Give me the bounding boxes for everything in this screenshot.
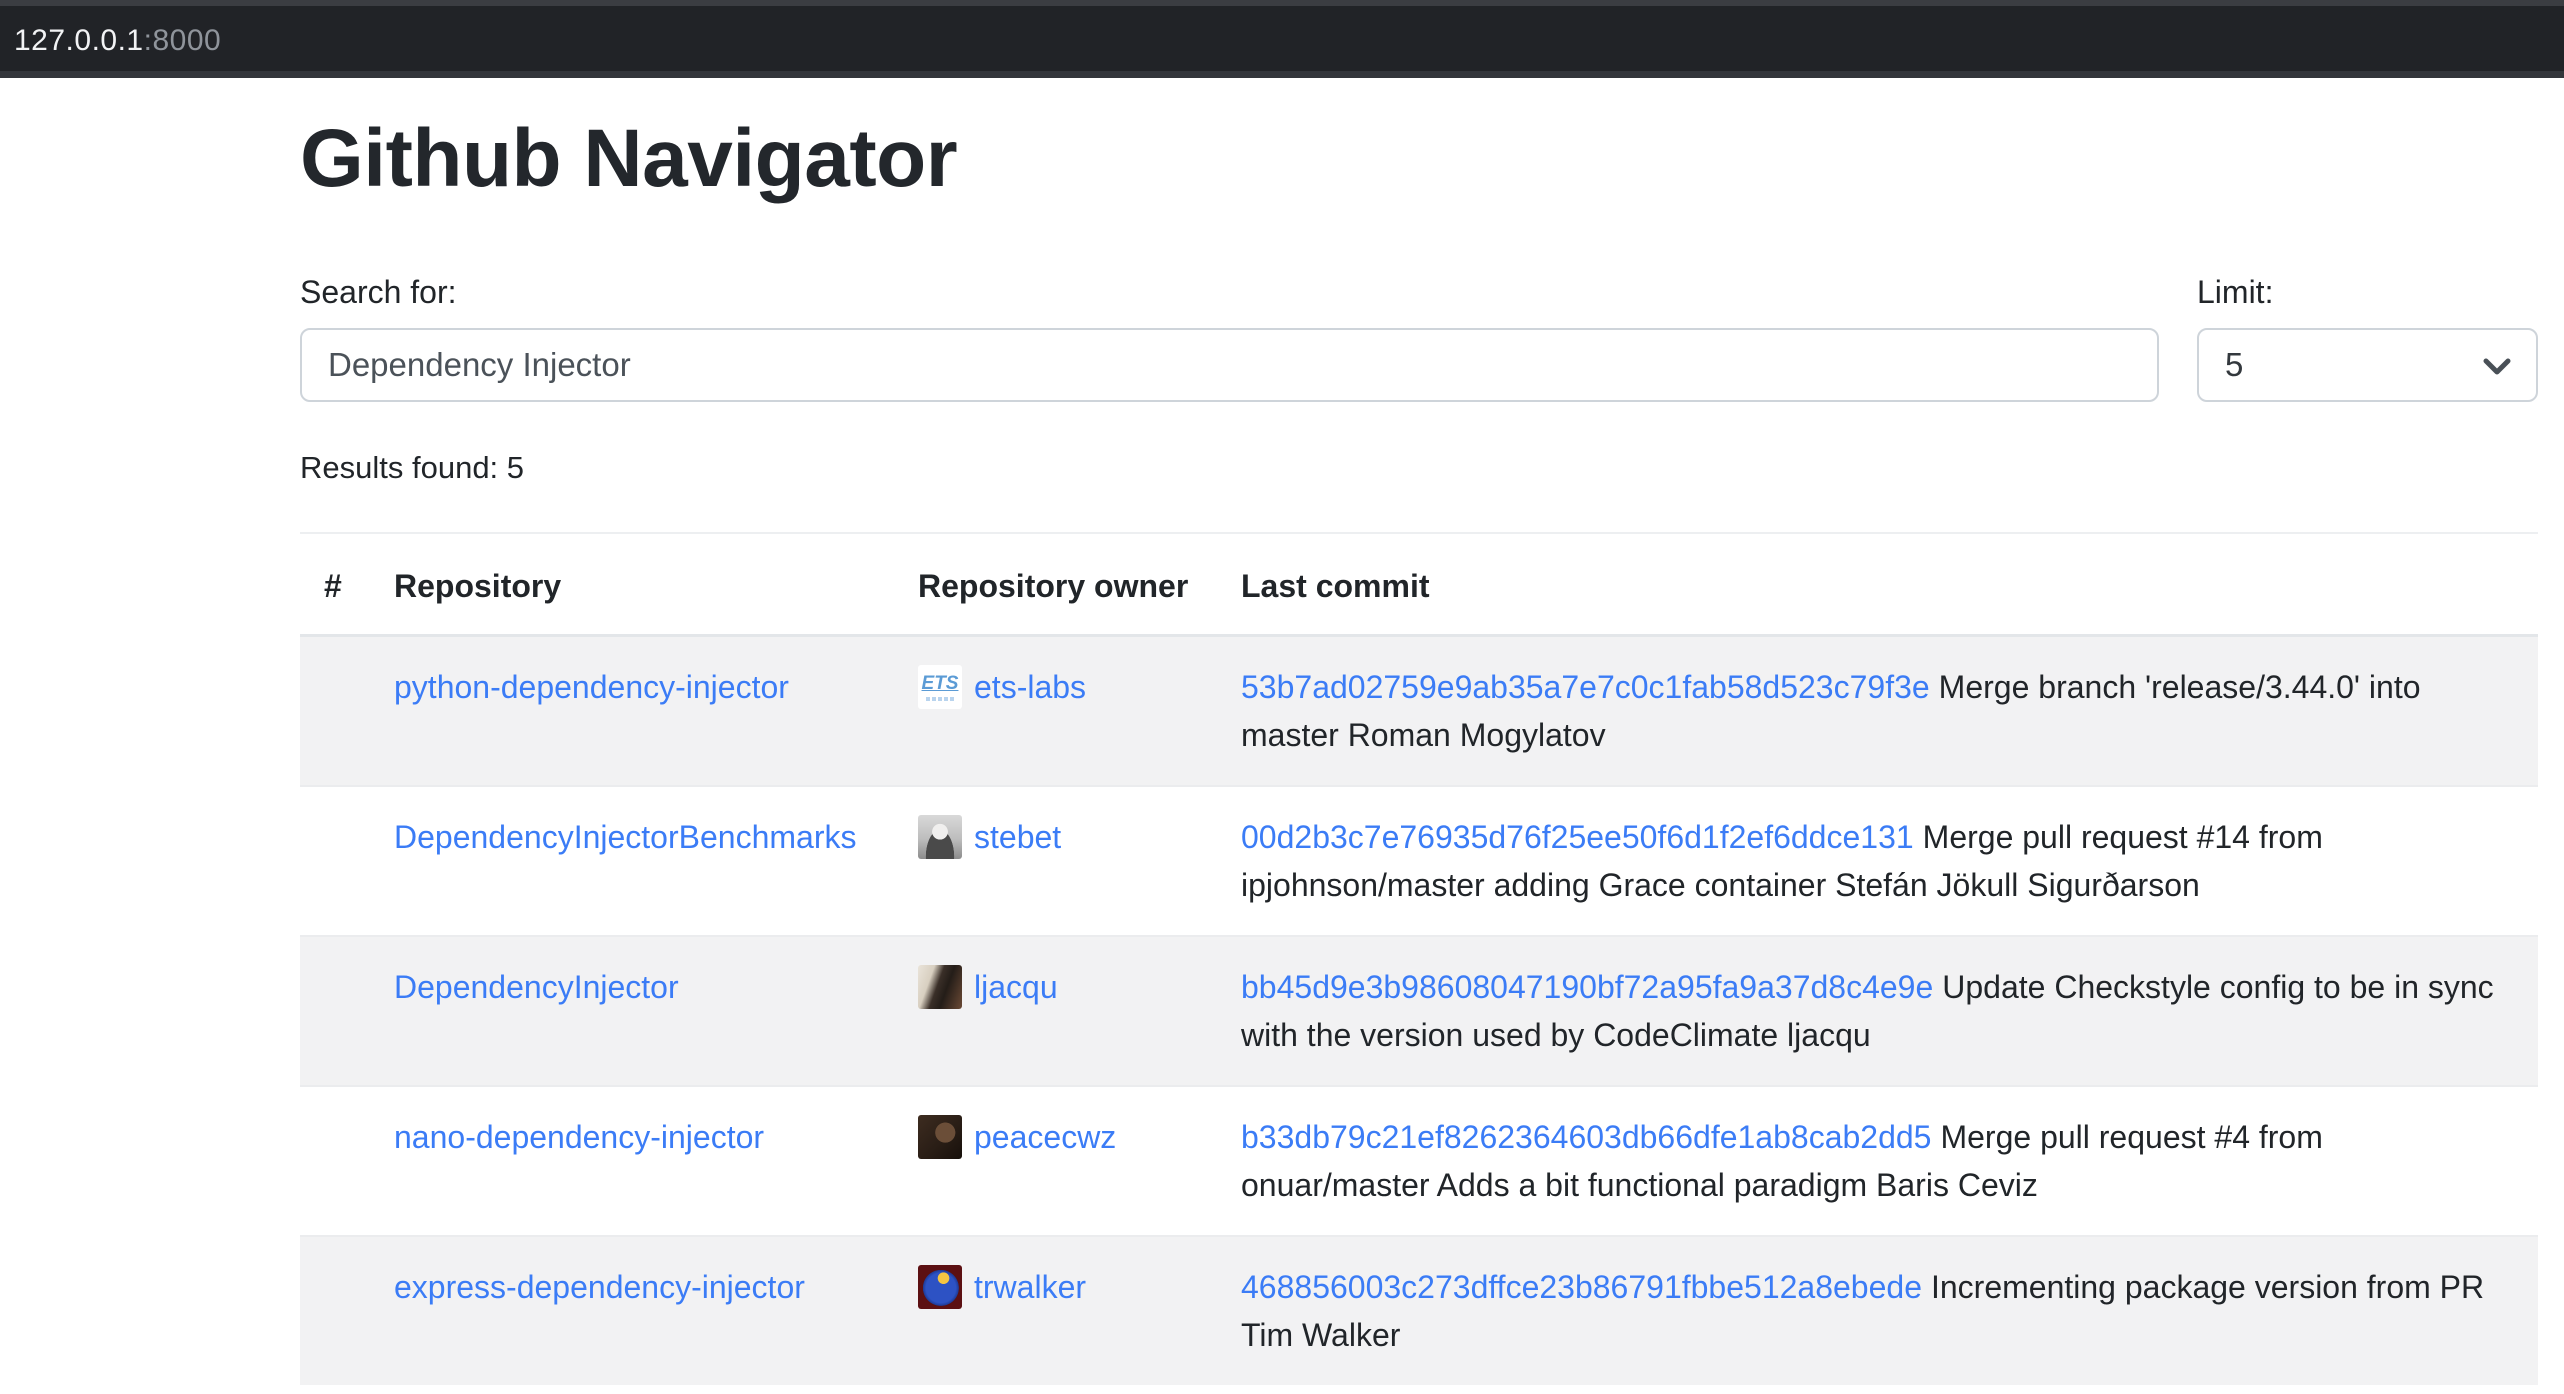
column-header-index: # (300, 533, 370, 636)
owner-cell: peacecwz (894, 1086, 1217, 1236)
repository-cell: nano-dependency-injector (370, 1086, 894, 1236)
owner-cell: stebet (894, 786, 1217, 936)
owner-avatar (918, 965, 962, 1009)
limit-column: Limit: 5 (2197, 268, 2538, 402)
owner-link[interactable]: stebet (974, 813, 1061, 861)
last-commit-cell: 00d2b3c7e76935d76f25ee50f6d1f2ef6ddce131… (1217, 786, 2538, 936)
search-column: Search for: (300, 268, 2159, 402)
url-port: :8000 (144, 24, 222, 57)
owner-cell: trwalker (894, 1236, 1217, 1385)
browser-url-bar[interactable]: 127.0.0.1:8000 (0, 0, 2564, 78)
owner-avatar (918, 815, 962, 859)
page-title: Github Navigator (300, 112, 2538, 206)
table-row: python-dependency-injector ETS ets-labs … (300, 636, 2538, 787)
commit-hash-link[interactable]: b33db79c21ef8262364603db66dfe1ab8cab2dd5 (1241, 1119, 1931, 1155)
results-count: Results found: 5 (300, 448, 2538, 488)
repository-cell: express-dependency-injector (370, 1236, 894, 1385)
repository-link[interactable]: express-dependency-injector (394, 1269, 805, 1305)
search-form: Search for: Limit: 5 (300, 268, 2538, 402)
owner-link[interactable]: ljacqu (974, 963, 1058, 1011)
column-header-owner: Repository owner (894, 533, 1217, 636)
limit-selected-value: 5 (2225, 346, 2243, 384)
row-index (300, 936, 370, 1086)
row-index (300, 1086, 370, 1236)
last-commit-cell: bb45d9e3b98608047190bf72a95fa9a37d8c4e9e… (1217, 936, 2538, 1086)
table-row: DependencyInjectorBenchmarks stebet 00d2… (300, 786, 2538, 936)
limit-select[interactable]: 5 (2197, 328, 2538, 402)
repositories-table: # Repository Repository owner Last commi… (300, 532, 2538, 1385)
github-navigator-page: Github Navigator Search for: Limit: 5 Re… (300, 78, 2538, 1385)
row-index (300, 1236, 370, 1385)
owner-link[interactable]: trwalker (974, 1263, 1086, 1311)
last-commit-cell: 468856003c273dffce23b86791fbbe512a8ebede… (1217, 1236, 2538, 1385)
repository-cell: DependencyInjectorBenchmarks (370, 786, 894, 936)
repository-link[interactable]: DependencyInjectorBenchmarks (394, 819, 856, 855)
search-label: Search for: (300, 268, 2159, 316)
table-row: nano-dependency-injector peacecwz b33db7… (300, 1086, 2538, 1236)
owner-cell: ljacqu (894, 936, 1217, 1086)
commit-hash-link[interactable]: 53b7ad02759e9ab35a7e7c0c1fab58d523c79f3e (1241, 669, 1930, 705)
repository-link[interactable]: python-dependency-injector (394, 669, 789, 705)
last-commit-cell: 53b7ad02759e9ab35a7e7c0c1fab58d523c79f3e… (1217, 636, 2538, 787)
search-input[interactable] (300, 328, 2159, 402)
url-host: 127.0.0.1 (14, 24, 144, 57)
column-header-last-commit: Last commit (1217, 533, 2538, 636)
repository-cell: python-dependency-injector (370, 636, 894, 787)
commit-hash-link[interactable]: 00d2b3c7e76935d76f25ee50f6d1f2ef6ddce131 (1241, 819, 1914, 855)
last-commit-cell: b33db79c21ef8262364603db66dfe1ab8cab2dd5… (1217, 1086, 2538, 1236)
table-row: DependencyInjector ljacqu bb45d9e3b98608… (300, 936, 2538, 1086)
row-index (300, 636, 370, 787)
repository-link[interactable]: nano-dependency-injector (394, 1119, 764, 1155)
column-header-repository: Repository (370, 533, 894, 636)
table-header-row: # Repository Repository owner Last commi… (300, 533, 2538, 636)
owner-cell: ETS ets-labs (894, 636, 1217, 787)
owner-link[interactable]: ets-labs (974, 663, 1086, 711)
repository-link[interactable]: DependencyInjector (394, 969, 679, 1005)
owner-avatar: ETS (918, 665, 962, 709)
browser-url[interactable]: 127.0.0.1:8000 (14, 24, 221, 58)
owner-link[interactable]: peacecwz (974, 1113, 1116, 1161)
owner-avatar (918, 1115, 962, 1159)
owner-avatar (918, 1265, 962, 1309)
table-row: express-dependency-injector trwalker 468… (300, 1236, 2538, 1385)
repository-cell: DependencyInjector (370, 936, 894, 1086)
limit-label: Limit: (2197, 268, 2538, 316)
commit-hash-link[interactable]: bb45d9e3b98608047190bf72a95fa9a37d8c4e9e (1241, 969, 1933, 1005)
chevron-down-icon (2482, 357, 2512, 377)
commit-hash-link[interactable]: 468856003c273dffce23b86791fbbe512a8ebede (1241, 1269, 1922, 1305)
row-index (300, 786, 370, 936)
